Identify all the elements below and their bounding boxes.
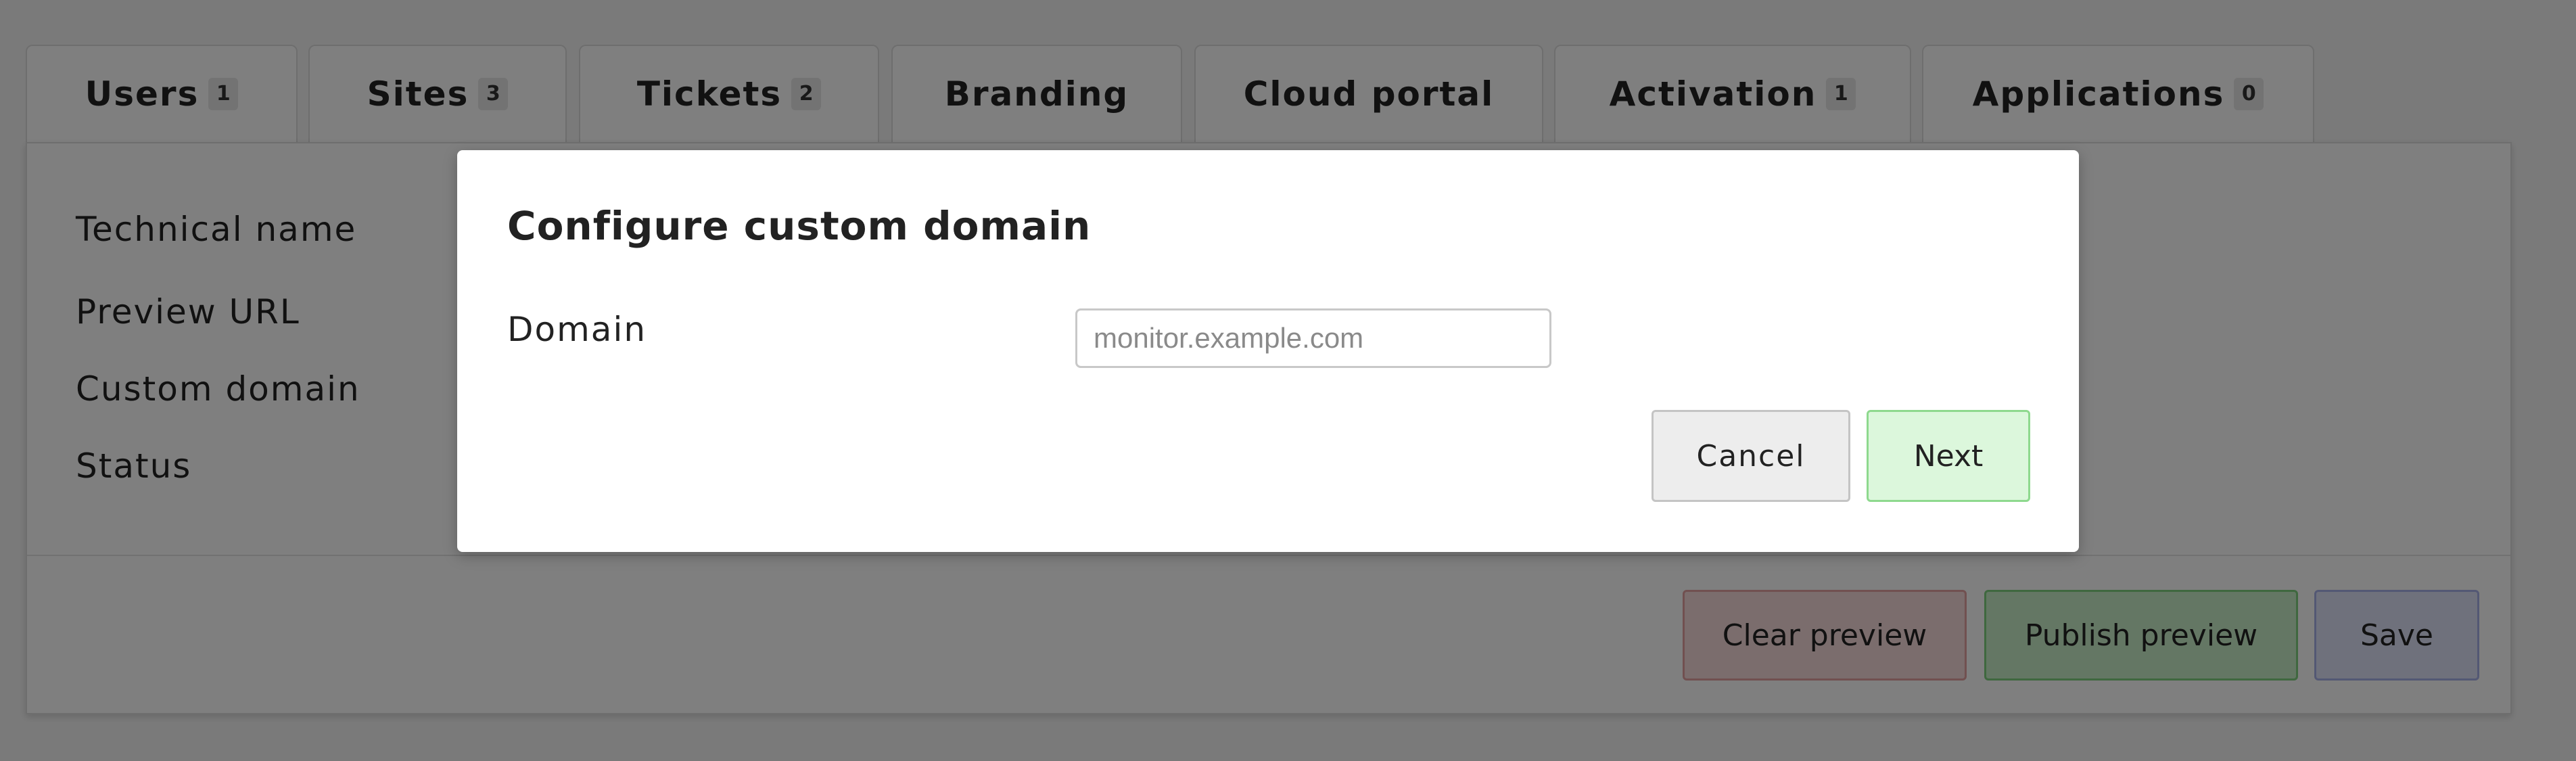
domain-input[interactable] [1075, 308, 1551, 368]
cancel-button[interactable]: Cancel [1652, 410, 1850, 502]
dialog-title: Configure custom domain [507, 203, 1092, 249]
next-button[interactable]: Next [1867, 410, 2030, 502]
domain-label: Domain [507, 310, 647, 349]
configure-domain-dialog: Configure custom domain Domain Cancel Ne… [457, 150, 2079, 552]
